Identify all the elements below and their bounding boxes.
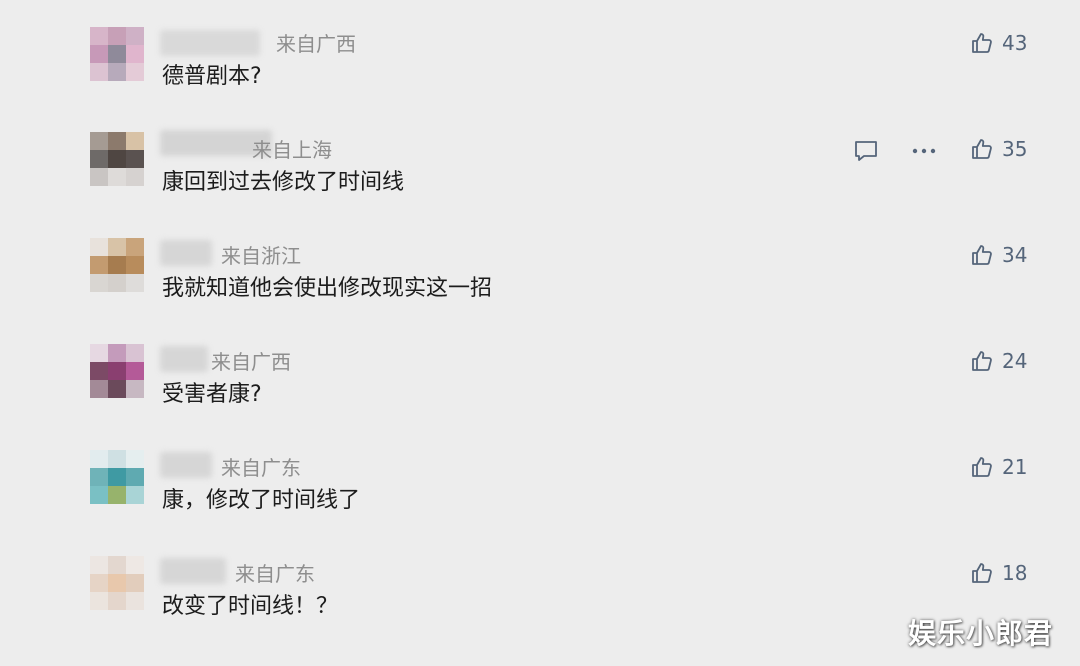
comment-item: 来自广西 德普剧本? 43 bbox=[0, 0, 1080, 106]
username-blurred[interactable] bbox=[160, 240, 212, 266]
comment-item: 来自广西 受害者康? 24 bbox=[0, 318, 1080, 424]
comment-icon[interactable] bbox=[853, 138, 879, 164]
like-button[interactable]: 24 bbox=[970, 347, 1027, 375]
more-dots-icon[interactable] bbox=[910, 138, 938, 164]
comment-item: 来自浙江 我就知道他会使出修改现实这一招 34 bbox=[0, 212, 1080, 318]
like-count: 35 bbox=[1002, 137, 1028, 161]
comment-text: 改变了时间线！？ bbox=[162, 594, 339, 619]
avatar[interactable] bbox=[90, 132, 144, 186]
comment-location: 来自广东 bbox=[221, 456, 301, 480]
comment-item: 来自广东 康，修改了时间线了 21 bbox=[0, 424, 1080, 530]
comment-text: 我就知道他会使出修改现实这一招 bbox=[162, 276, 493, 301]
like-button[interactable]: 43 bbox=[970, 29, 1027, 57]
like-count: 34 bbox=[1002, 243, 1028, 267]
username-blurred[interactable] bbox=[160, 558, 226, 584]
like-count: 24 bbox=[1002, 349, 1028, 373]
username-blurred[interactable] bbox=[160, 346, 208, 372]
comment-location: 来自上海 bbox=[252, 138, 332, 162]
avatar[interactable] bbox=[90, 27, 144, 81]
thumbs-up-icon bbox=[972, 33, 992, 53]
thumbs-up-icon bbox=[972, 139, 992, 159]
like-button[interactable]: 34 bbox=[970, 241, 1027, 269]
username-blurred[interactable] bbox=[160, 452, 212, 478]
like-count: 21 bbox=[1002, 455, 1028, 479]
watermark: 娱乐小郎君 bbox=[908, 617, 1054, 650]
avatar[interactable] bbox=[90, 344, 144, 398]
like-button[interactable]: 21 bbox=[970, 453, 1027, 481]
like-button[interactable]: 18 bbox=[970, 559, 1027, 587]
comment-location: 来自浙江 bbox=[221, 244, 301, 268]
thumbs-up-icon bbox=[972, 245, 992, 265]
comment-text: 德普剧本? bbox=[162, 64, 262, 89]
comment-location: 来自广西 bbox=[211, 350, 291, 374]
comment-item: 来自上海 康回到过去修改了时间线 35 bbox=[0, 106, 1080, 212]
avatar[interactable] bbox=[90, 238, 144, 292]
comment-location: 来自广东 bbox=[235, 562, 315, 586]
comment-text: 康回到过去修改了时间线 bbox=[162, 170, 405, 195]
comment-location: 来自广西 bbox=[276, 32, 356, 56]
avatar[interactable] bbox=[90, 450, 144, 504]
thumbs-up-icon bbox=[972, 351, 992, 371]
thumbs-up-icon bbox=[972, 457, 992, 477]
like-count: 43 bbox=[1002, 31, 1028, 55]
avatar[interactable] bbox=[90, 556, 144, 610]
like-count: 18 bbox=[1002, 561, 1028, 585]
username-blurred[interactable] bbox=[160, 30, 260, 56]
thumbs-up-icon bbox=[972, 563, 992, 583]
comment-text: 受害者康? bbox=[162, 382, 262, 407]
comment-text: 康，修改了时间线了 bbox=[162, 488, 361, 513]
like-button[interactable]: 35 bbox=[970, 135, 1027, 163]
